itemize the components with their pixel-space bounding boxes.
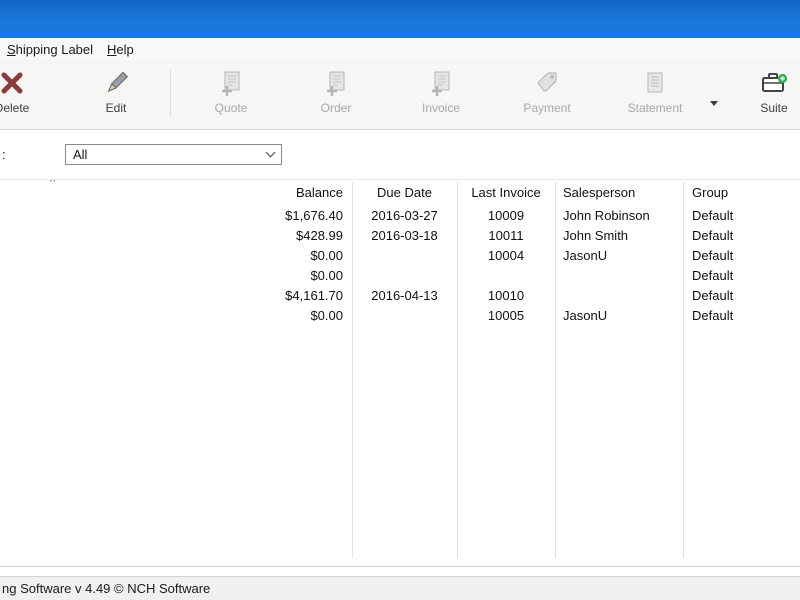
cell-salesperson: JasonU	[563, 308, 608, 323]
cell-balance: $0.00	[310, 268, 343, 283]
cell-salesperson	[555, 286, 683, 306]
toolbar-button-label: Suite	[760, 101, 788, 115]
cell-due-date	[352, 306, 457, 326]
table-row[interactable]: $0.00 10004 JasonU Default	[0, 246, 800, 266]
cell-customer	[0, 226, 250, 246]
delete-button[interactable]: Delete	[0, 67, 42, 123]
table-row[interactable]: $428.99 2016-03-18 10011 John Smith Defa…	[0, 226, 800, 246]
edit-pencil-icon	[103, 67, 129, 98]
invoice-button[interactable]: Invoice	[411, 67, 471, 123]
new-quote-document-icon	[218, 67, 244, 98]
cell-group: Default	[692, 308, 734, 323]
cell-salesperson	[555, 266, 683, 286]
cell-last-invoice	[457, 266, 555, 286]
cell-last-invoice: 10005	[487, 308, 525, 323]
cell-group: Default	[692, 248, 734, 263]
chevron-down-icon	[710, 100, 718, 106]
cell-salesperson: John Smith	[563, 228, 629, 243]
title-bar[interactable]	[0, 0, 800, 38]
cell-customer	[0, 206, 250, 226]
table-row[interactable]: $0.00 10005 JasonU Default	[0, 306, 800, 326]
column-separator	[555, 182, 556, 558]
menu-shipping-label[interactable]: Shipping Label	[0, 40, 100, 59]
cell-balance: $1,676.40	[285, 208, 343, 223]
cell-salesperson: John Robinson	[563, 208, 650, 223]
table-row[interactable]: $1,676.40 2016-03-27 10009 John Robinson…	[0, 206, 800, 226]
table-row[interactable]: $0.00 Default	[0, 266, 800, 286]
cell-group: Default	[692, 268, 734, 283]
column-separator	[683, 182, 684, 558]
toolbar-button-label: Edit	[105, 101, 127, 115]
column-header-group[interactable]: Group	[683, 180, 800, 206]
cell-due-date: 2016-04-13	[371, 288, 438, 303]
cell-last-invoice: 10010	[487, 288, 525, 303]
cell-balance: $0.00	[310, 308, 343, 323]
cell-group: Default	[692, 228, 734, 243]
column-header-customer[interactable]	[0, 180, 250, 206]
column-header-balance[interactable]: Balance	[250, 180, 352, 206]
suite-briefcase-icon	[760, 67, 788, 98]
statement-dropdown-button[interactable]	[707, 96, 721, 110]
quote-button[interactable]: Quote	[201, 67, 261, 123]
cell-balance: $0.00	[310, 248, 343, 263]
cell-customer	[0, 266, 250, 286]
statement-document-icon	[642, 67, 668, 98]
cell-salesperson: JasonU	[563, 248, 608, 263]
menu-bar: Shipping Label Help	[0, 38, 800, 60]
column-header-due-date[interactable]: Due Date	[352, 180, 457, 206]
cell-balance: $4,161.70	[285, 288, 343, 303]
column-separator	[352, 182, 353, 558]
cell-customer	[0, 306, 250, 326]
filter-bar: : All	[0, 130, 800, 179]
toolbar-button-label: Payment	[523, 101, 571, 115]
chevron-down-icon	[265, 147, 276, 158]
cell-last-invoice: 10004	[487, 248, 525, 263]
sort-ascending-icon: ^	[50, 179, 56, 188]
payment-tag-icon	[534, 67, 560, 98]
edit-button[interactable]: Edit	[86, 67, 146, 123]
app-window: Shipping Label Help Delete Edit Quote	[0, 0, 800, 600]
payment-button[interactable]: Payment	[512, 67, 582, 123]
toolbar-button-label: Quote	[214, 101, 248, 115]
status-text: ng Software v 4.49 © NCH Software	[2, 581, 211, 596]
statement-button[interactable]: Statement	[618, 67, 692, 123]
toolbar-button-label: Delete	[0, 101, 30, 115]
cell-due-date	[352, 266, 457, 286]
toolbar-separator	[170, 70, 171, 118]
toolbar-button-label: Invoice	[421, 101, 461, 115]
filter-dropdown[interactable]: All	[65, 144, 282, 165]
column-header-last-invoice[interactable]: Last Invoice	[457, 180, 555, 206]
cell-group: Default	[692, 288, 734, 303]
cell-due-date: 2016-03-27	[371, 208, 438, 223]
cell-balance: $428.99	[296, 228, 343, 243]
order-button[interactable]: Order	[306, 67, 366, 123]
status-bar: ng Software v 4.49 © NCH Software	[0, 576, 800, 600]
cell-due-date	[352, 246, 457, 266]
cell-due-date: 2016-03-18	[371, 228, 438, 243]
new-invoice-document-icon	[428, 67, 454, 98]
cell-last-invoice: 10009	[487, 208, 525, 223]
filter-selected-value: All	[73, 147, 88, 162]
filter-label: :	[2, 147, 6, 162]
table-row[interactable]: $4,161.70 2016-04-13 10010 Default	[0, 286, 800, 306]
toolbar: Delete Edit Quote Order Invoice	[0, 60, 800, 130]
customer-list: ^ Balance Due Date Last Invoice Salesper…	[0, 179, 800, 567]
suite-button[interactable]: Suite	[748, 67, 800, 123]
cell-customer	[0, 286, 250, 306]
menu-help[interactable]: Help	[100, 40, 141, 59]
toolbar-button-label: Statement	[627, 101, 683, 115]
delete-x-icon	[0, 67, 26, 98]
column-separator	[457, 182, 458, 558]
table-header: Balance Due Date Last Invoice Salesperso…	[0, 180, 800, 206]
cell-last-invoice: 10011	[488, 228, 524, 243]
cell-customer	[0, 246, 250, 266]
cell-group: Default	[692, 208, 734, 223]
new-order-document-icon	[323, 67, 349, 98]
column-header-salesperson[interactable]: Salesperson	[555, 180, 683, 206]
toolbar-button-label: Order	[320, 101, 352, 115]
